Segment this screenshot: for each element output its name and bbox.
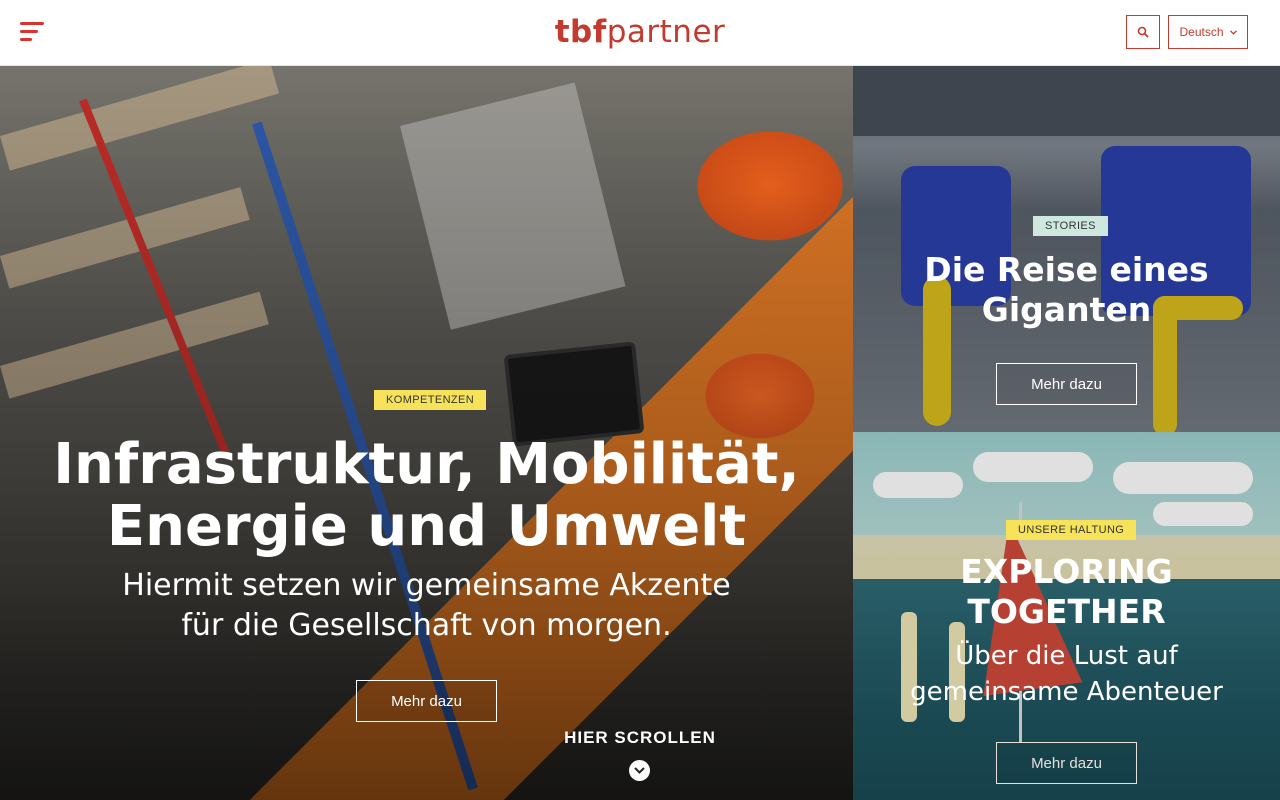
haltung-subtitle-line1: Über die Lust auf <box>955 641 1178 671</box>
logo-text-light: partner <box>606 14 726 50</box>
search-button[interactable] <box>1126 15 1160 49</box>
haltung-title-line2: TOGETHER <box>967 592 1166 631</box>
site-header: tbfpartner Deutsch <box>0 0 1280 66</box>
haltung-card[interactable]: UNSERE HALTUNG EXPLORING TOGETHER Über d… <box>853 432 1280 800</box>
stories-more-button[interactable]: Mehr dazu <box>996 363 1137 405</box>
haltung-subtitle: Über die Lust auf gemeinsame Abenteuer <box>853 638 1280 710</box>
stories-title-line2: Giganten <box>981 290 1152 329</box>
hero-title: Infrastruktur, Mobilität, Energie und Um… <box>0 434 853 558</box>
hamburger-menu-icon[interactable] <box>20 20 46 44</box>
scroll-hint[interactable]: HIER SCROLLEN <box>560 728 720 748</box>
haltung-more-button[interactable]: Mehr dazu <box>996 742 1137 784</box>
haltung-category-tag[interactable]: UNSERE HALTUNG <box>1006 520 1137 540</box>
logo-text-bold: tbf <box>554 14 607 50</box>
site-logo[interactable]: tbfpartner <box>555 14 726 50</box>
scroll-down-icon[interactable] <box>629 760 650 781</box>
hero-section: KOMPETENZEN Infrastruktur, Mobilität, En… <box>0 66 853 800</box>
hero-category-tag[interactable]: KOMPETENZEN <box>374 390 487 410</box>
haltung-title-line1: EXPLORING <box>960 552 1173 591</box>
stories-card[interactable]: STORIES Die Reise eines Giganten Mehr da… <box>853 66 1280 432</box>
hero-subtitle: Hiermit setzen wir gemeinsame Akzente fü… <box>0 566 853 646</box>
search-icon <box>1137 26 1149 38</box>
language-label: Deutsch <box>1179 25 1224 39</box>
chevron-down-icon <box>1229 29 1237 35</box>
haltung-subtitle-line2: gemeinsame Abenteuer <box>910 677 1223 707</box>
hero-subtitle-line1: Hiermit setzen wir gemeinsame Akzente <box>122 568 731 603</box>
stories-category-tag[interactable]: STORIES <box>1033 216 1108 236</box>
language-select[interactable]: Deutsch <box>1168 15 1248 49</box>
stories-title-line1: Die Reise eines <box>924 250 1209 289</box>
stories-title: Die Reise eines Giganten <box>853 250 1280 330</box>
hero-more-button[interactable]: Mehr dazu <box>356 680 497 722</box>
haltung-title: EXPLORING TOGETHER <box>853 552 1280 632</box>
hero-title-line1: Infrastruktur, Mobilität, <box>53 432 800 497</box>
hero-title-line2: Energie und Umwelt <box>106 494 747 559</box>
hero-subtitle-line2: für die Gesellschaft von morgen. <box>181 608 672 643</box>
